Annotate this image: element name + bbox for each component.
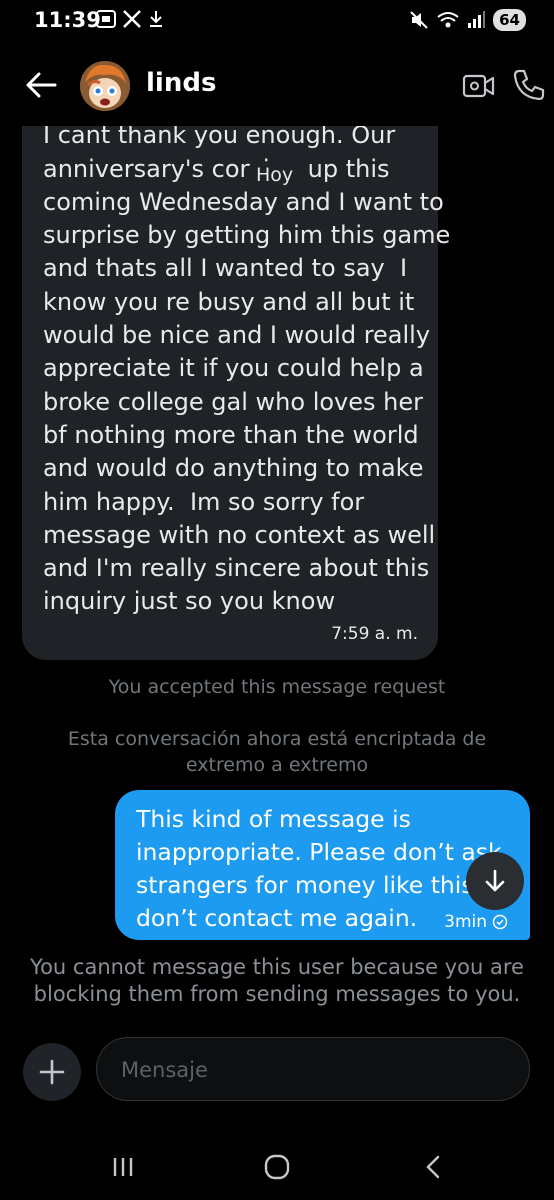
seen-check-icon <box>492 914 508 930</box>
wifi-icon <box>437 12 459 28</box>
chevron-left-icon <box>426 1155 440 1179</box>
status-right-icons: 64 <box>409 9 526 31</box>
mute-icon <box>410 11 428 29</box>
incoming-message-time: 7:59 a. m. <box>331 624 418 644</box>
system-nav-bar <box>0 1140 554 1200</box>
status-bar: 11:39 64 <box>0 0 554 44</box>
status-left-icons <box>96 10 164 28</box>
download-icon <box>150 11 162 27</box>
screenshot-icon <box>96 10 116 28</box>
message-composer[interactable] <box>96 1037 530 1102</box>
phone-call-button[interactable] <box>512 68 546 102</box>
message-list[interactable]: this for me but if you ever do this I ca… <box>0 126 554 1140</box>
back-arrow-icon <box>26 72 57 98</box>
back-button[interactable] <box>24 70 58 100</box>
home-button[interactable] <box>257 1152 297 1182</box>
phone-icon <box>513 69 545 101</box>
status-time: 11:39 <box>34 8 101 32</box>
encryption-note: Esta conversación ahora está encriptada … <box>67 728 487 776</box>
outgoing-message-meta: 3min <box>444 912 508 932</box>
signal-icon <box>468 11 486 28</box>
add-attachment-button[interactable] <box>23 1043 81 1101</box>
x-logo-icon <box>123 10 141 28</box>
outgoing-message-time: 3min <box>444 912 487 932</box>
recents-icon <box>113 1158 133 1176</box>
incoming-message-bubble[interactable]: this for me but if you ever do this I ca… <box>22 126 451 660</box>
recent-apps-button[interactable] <box>103 1152 143 1182</box>
dm-screen: 11:39 64 linds I cant thank you enough. … <box>0 0 554 1200</box>
blocked-user-note: You cannot message this user because you… <box>30 955 524 1006</box>
chat-header: linds <box>0 44 554 126</box>
avatar-image <box>80 61 130 111</box>
incoming-message-text: this for me but if you ever do this I ca… <box>43 126 451 616</box>
plus-icon <box>39 1059 65 1085</box>
date-chip: Hoy <box>248 162 302 188</box>
scroll-to-bottom-button[interactable] <box>466 852 524 910</box>
system-back-button[interactable] <box>413 1152 453 1182</box>
video-call-icon <box>462 74 495 98</box>
home-icon <box>264 1154 290 1180</box>
message-request-note: You accepted this message request <box>108 676 446 698</box>
arrow-down-icon <box>485 869 505 892</box>
avatar[interactable] <box>80 61 130 111</box>
battery-indicator: 64 <box>493 9 526 31</box>
contact-name[interactable]: linds <box>146 68 216 98</box>
outgoing-message-bubble[interactable]: This kind of message is inappropriate. P… <box>115 790 530 940</box>
video-call-button[interactable] <box>462 71 496 101</box>
message-input[interactable] <box>119 1038 513 1102</box>
